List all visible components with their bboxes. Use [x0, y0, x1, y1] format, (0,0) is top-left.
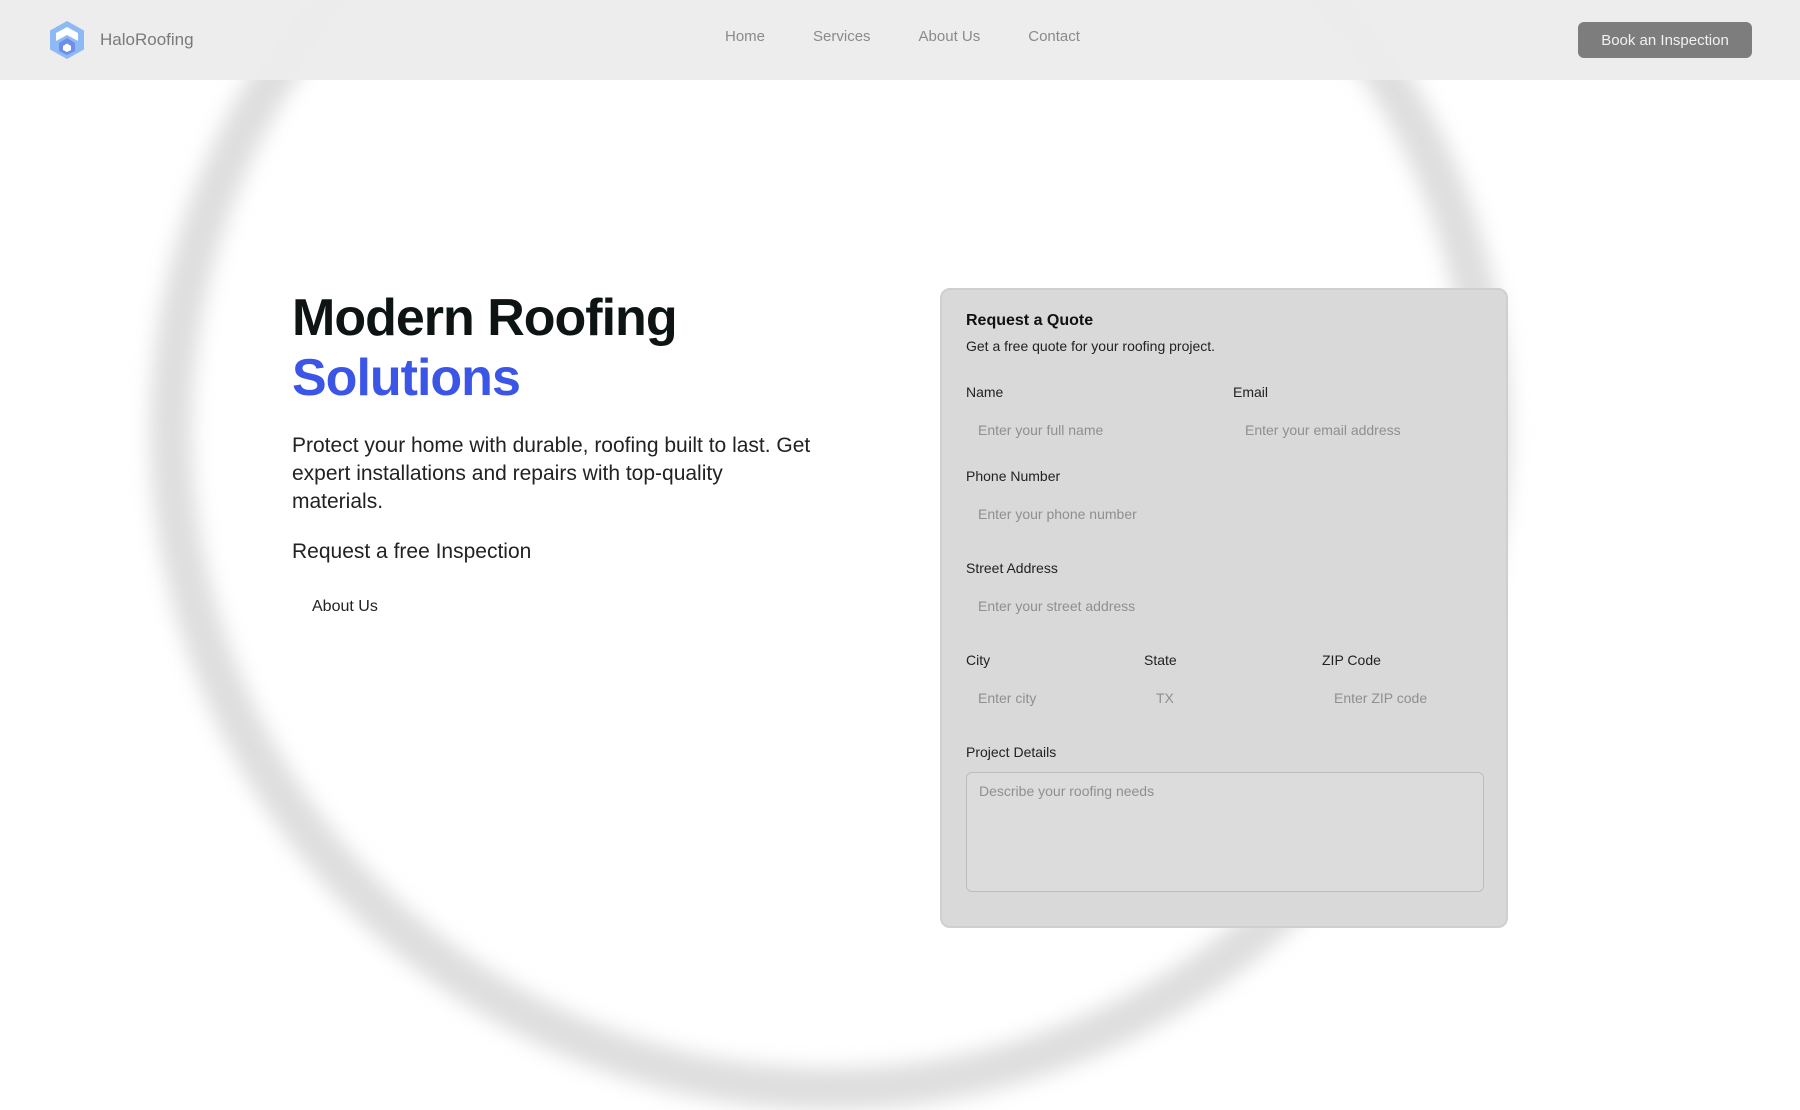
form-subtitle: Get a free quote for your roofing projec… [966, 338, 1216, 354]
nav-link-about-us[interactable]: About Us [919, 28, 981, 45]
name-label: Name [966, 384, 1004, 400]
state-input[interactable] [1144, 682, 1309, 714]
phone-label: Phone Number [966, 468, 1061, 484]
street-input[interactable] [966, 590, 1484, 622]
form-title: Request a Quote [966, 312, 1094, 329]
hero-section: Modern Roofing Solutions Protect your ho… [292, 288, 852, 616]
hero-title: Modern Roofing Solutions [292, 288, 852, 408]
book-inspection-button[interactable]: Book an Inspection [1578, 22, 1752, 58]
navbar: HaloRoofing Home Services About Us Conta… [0, 0, 1800, 80]
name-input[interactable] [966, 414, 1216, 446]
zip-label: ZIP Code [1322, 652, 1381, 668]
nav-link-home[interactable]: Home [725, 28, 765, 45]
brand[interactable]: HaloRoofing [47, 20, 194, 60]
hero-description: Protect your home with durable, roofing … [292, 434, 811, 513]
email-label: Email [1233, 384, 1269, 400]
halo-logo-icon [50, 21, 84, 59]
email-input[interactable] [1233, 414, 1483, 446]
phone-input[interactable] [966, 498, 1484, 530]
hero-title-accent: Solutions [292, 349, 521, 407]
city-label: City [966, 652, 991, 668]
quote-form: Request a Quote Get a free quote for you… [940, 288, 1508, 928]
about-us-link[interactable]: About Us [312, 598, 852, 616]
project-details-textarea[interactable] [966, 772, 1484, 892]
street-label: Street Address [966, 560, 1058, 576]
brand-name: HaloRoofing [100, 30, 194, 49]
request-inspection-link[interactable]: Request a free Inspection [292, 540, 852, 564]
project-details-label: Project Details [966, 744, 1057, 760]
zip-input[interactable] [1322, 682, 1484, 714]
state-label: State [1144, 652, 1177, 668]
hero-title-line1: Modern Roofing [292, 289, 678, 347]
nav-link-services[interactable]: Services [813, 28, 871, 45]
nav-link-contact[interactable]: Contact [1028, 28, 1080, 45]
main-nav: Home Services About Us Contact [725, 28, 1128, 45]
city-input[interactable] [966, 682, 1131, 714]
